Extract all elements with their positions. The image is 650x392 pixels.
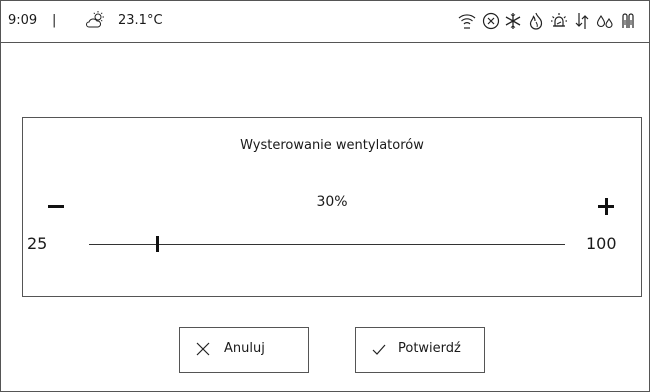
cancel-label: Anuluj xyxy=(224,341,265,356)
alarm-icon xyxy=(551,13,567,27)
fan-speed-slider[interactable] xyxy=(89,234,565,256)
flame-icon xyxy=(529,12,543,30)
clock: 9:09 xyxy=(8,13,38,28)
thermometer-probe-icon xyxy=(622,13,634,28)
screen: 9:09 | 23.1°C Wysterowanie wentylatorów … xyxy=(0,0,650,392)
close-icon xyxy=(196,342,210,356)
confirm-label: Potwierdź xyxy=(398,341,461,356)
fan-arrows-icon xyxy=(575,13,589,29)
fan-control-dialog: Wysterowanie wentylatorów 30% 25 100 xyxy=(22,117,642,297)
partly-cloudy-icon xyxy=(86,11,104,28)
status-bar: 9:09 | 23.1°C xyxy=(1,1,649,43)
snowflake-icon xyxy=(505,13,521,29)
temperature: 23.1°C xyxy=(118,13,163,28)
slider-max-label: 100 xyxy=(586,234,617,253)
cancel-button[interactable]: Anuluj xyxy=(179,327,309,373)
increase-button[interactable] xyxy=(597,190,617,220)
confirm-button[interactable]: Potwierdź xyxy=(355,327,485,373)
wifi-icon xyxy=(458,14,476,29)
dialog-title: Wysterowanie wentylatorów xyxy=(240,138,424,153)
separator: | xyxy=(52,13,57,28)
water-drops-icon xyxy=(596,15,613,28)
circle-x-icon xyxy=(482,12,500,30)
slider-thumb[interactable] xyxy=(155,236,159,252)
slider-min-label: 25 xyxy=(27,234,48,253)
checkmark-icon xyxy=(372,344,386,355)
slider-track xyxy=(89,244,565,245)
value-display: 30% xyxy=(316,194,348,210)
